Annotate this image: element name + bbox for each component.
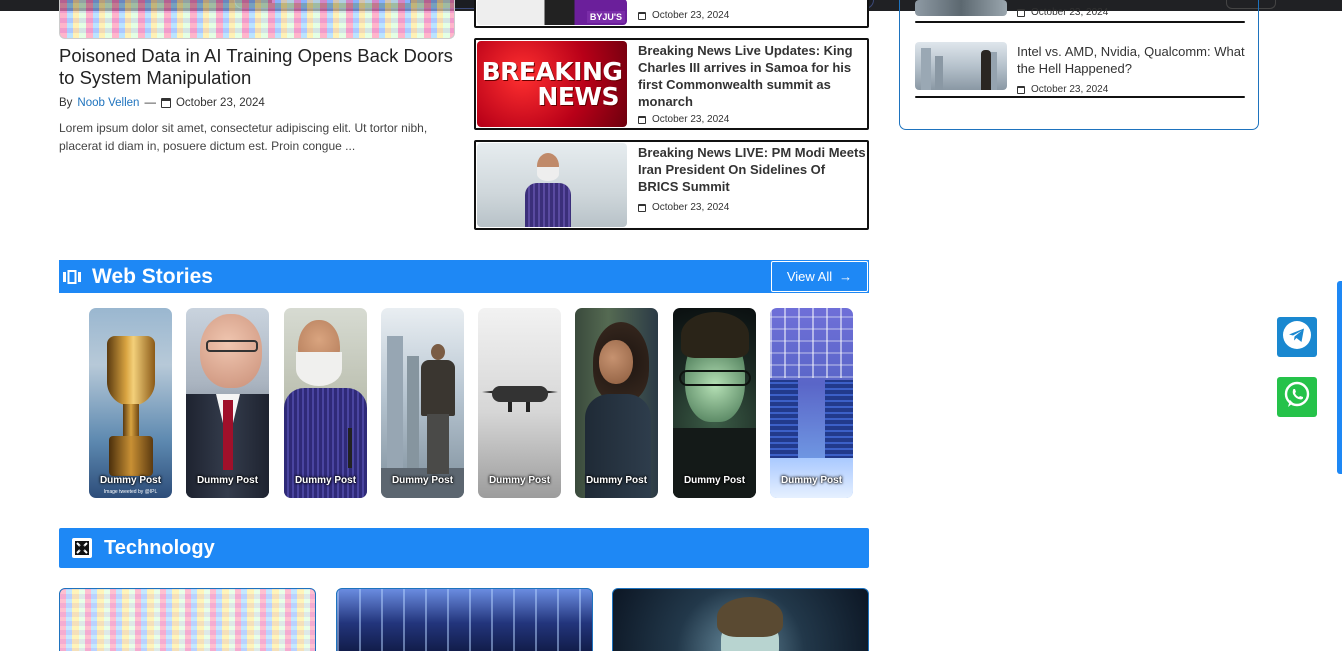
news-date: October 23, 2024 (638, 202, 867, 213)
story-card[interactable]: Dummy Post (381, 308, 464, 498)
story-caption: Dummy Post (780, 475, 843, 486)
sidebar-date: October 23, 2024 (1017, 7, 1108, 18)
calendar-icon (1017, 8, 1025, 17)
featured-image[interactable] (59, 0, 455, 39)
telegram-icon (1282, 320, 1312, 355)
story-caption: Dummy Post (585, 475, 648, 486)
story-card[interactable]: Dummy Post (284, 308, 367, 498)
featured-excerpt: Lorem ipsum dolor sit amet, consectetur … (59, 121, 428, 153)
whatsapp-button[interactable] (1277, 377, 1317, 417)
calendar-icon (638, 203, 646, 212)
thumb-text-breaking: BREAKING (481, 57, 623, 86)
calendar-icon (638, 115, 646, 124)
story-caption: Dummy Post (99, 475, 162, 486)
news-date: October 23, 2024 (638, 114, 867, 125)
sidebar-title[interactable]: Intel vs. AMD, Nvidia, Qualcomm: What th… (1017, 43, 1247, 77)
story-caption: Dummy Post (391, 475, 454, 486)
sidebar-date-text: October 23, 2024 (1031, 7, 1109, 18)
trophy-image (105, 336, 157, 476)
news-item[interactable]: BREAKING NEWS Breaking News Live Updates… (474, 38, 869, 130)
news-item[interactable]: BYJU'S October 23, 2024 (474, 0, 869, 28)
story-card[interactable]: Dummy Post (770, 308, 853, 498)
news-thumbnail[interactable] (477, 143, 627, 227)
news-thumbnail[interactable]: BREAKING NEWS (477, 41, 627, 127)
technology-header: Technology (59, 528, 869, 568)
story-caption: Dummy Post (683, 475, 746, 486)
sidebar-thumbnail[interactable] (915, 0, 1007, 16)
arrow-right-icon: → (839, 269, 853, 284)
story-caption: Dummy Post (294, 475, 357, 486)
news-thumbnail[interactable]: BYJU'S (477, 0, 627, 25)
technology-card[interactable] (336, 588, 593, 651)
story-card[interactable]: Dummy Post (478, 308, 561, 498)
news-date: October 23, 2024 (638, 10, 729, 21)
technology-card[interactable] (59, 588, 316, 651)
divider (915, 21, 1245, 23)
story-caption: Dummy Post (196, 475, 259, 486)
thumb-text-news: NEWS (537, 82, 619, 111)
telegram-button[interactable] (1277, 317, 1317, 357)
calendar-icon (1017, 85, 1025, 94)
news-date-text: October 23, 2024 (652, 10, 730, 21)
sidebar-widget: October 23, 2024 Intel vs. AMD, Nvidia, … (899, 0, 1259, 130)
calendar-icon (160, 98, 171, 108)
featured-meta: By Noob Vellen — October 23, 2024 (59, 97, 265, 109)
sidebar-thumbnail[interactable] (915, 42, 1007, 90)
thumb-badge: BYJU'S (586, 11, 625, 23)
story-card[interactable]: Dummy Post Image tweeted by @IPL (89, 308, 172, 498)
story-caption: Dummy Post (488, 475, 551, 486)
news-title[interactable]: Breaking News Live Updates: King Charles… (638, 42, 867, 110)
sidebar-date: October 23, 2024 (1017, 84, 1108, 95)
sidebar-date-text: October 23, 2024 (1031, 84, 1109, 95)
view-all-label: View All (786, 269, 833, 284)
whatsapp-icon (1282, 380, 1312, 415)
technology-title: Technology (104, 536, 215, 559)
story-card[interactable]: Dummy Post (186, 308, 269, 498)
web-stories-header: Web Stories View All → (59, 260, 869, 293)
featured-date: October 23, 2024 (175, 97, 265, 109)
side-panel-tab[interactable] (1337, 281, 1342, 474)
author-link[interactable]: Noob Vellen (77, 97, 139, 109)
story-card[interactable]: Dummy Post (575, 308, 658, 498)
calendar-icon (638, 11, 646, 20)
news-item[interactable]: Breaking News LIVE: PM Modi Meets Iran P… (474, 140, 869, 230)
meta-separator: — (144, 97, 156, 109)
view-all-button[interactable]: View All → (771, 261, 868, 292)
technology-card[interactable] (612, 588, 869, 651)
technology-icon (72, 538, 92, 558)
story-credit: Image tweeted by @IPL (103, 489, 158, 495)
person-image (511, 153, 585, 227)
divider (915, 96, 1245, 98)
news-title[interactable]: Breaking News LIVE: PM Modi Meets Iran P… (638, 144, 867, 195)
news-date-text: October 23, 2024 (652, 202, 730, 213)
news-date-text: October 23, 2024 (652, 114, 730, 125)
featured-title[interactable]: Poisoned Data in AI Training Opens Back … (59, 45, 459, 89)
story-card[interactable]: Dummy Post (673, 308, 756, 498)
web-stories-icon (61, 269, 83, 284)
web-stories-title: Web Stories (92, 264, 213, 288)
by-label: By (59, 97, 73, 109)
